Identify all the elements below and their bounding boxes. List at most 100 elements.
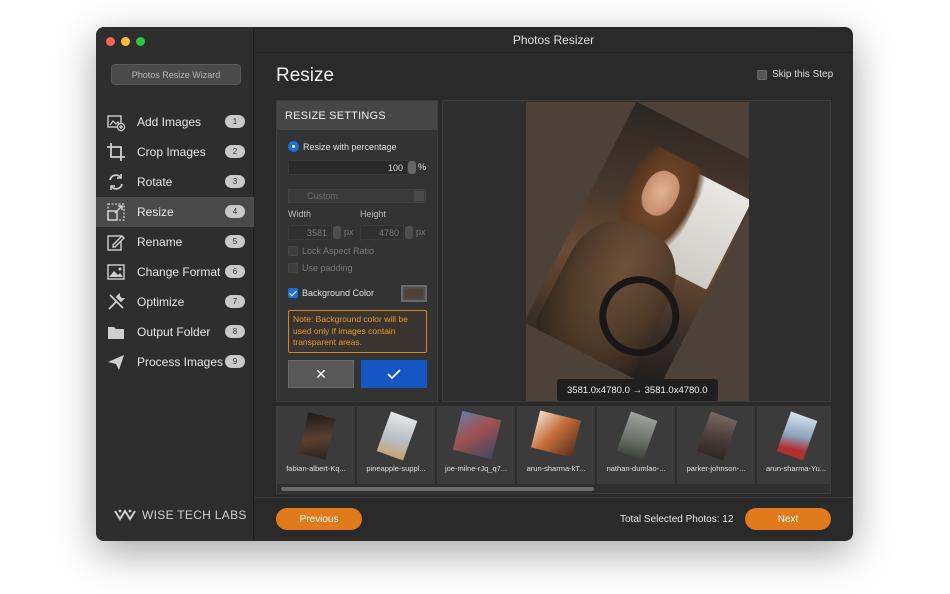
preview-photo [526,102,749,391]
sidebar-item-crop-images[interactable]: Crop Images 2 [96,137,254,167]
sidebar-item-label: Rename [137,235,183,249]
cancel-button[interactable]: ✕ [288,360,354,388]
thumbnail-strip: fabian-albert-Kq... pineapple-suppl... j… [276,406,831,494]
skip-step-checkbox[interactable] [757,69,767,80]
sidebar: Photos Resize Wizard Add Images 1 Crop I… [96,27,254,541]
step-badge: 5 [225,235,245,248]
sidebar-item-change-format[interactable]: Change Format 6 [96,257,254,287]
thumbnail-image [776,411,818,461]
background-color-note: Note: Background color will be used only… [288,310,427,353]
thumbnail-image [452,410,502,460]
step-badge: 7 [225,295,245,308]
previous-button[interactable]: Previous [276,508,362,530]
thumbnail-image [696,411,738,461]
rename-icon [107,235,125,251]
skip-step-label: Skip this Step [772,69,834,80]
thumbnail-item[interactable]: fabian-albert-Kq... [277,407,356,484]
thumbnail-item[interactable]: arun-sharma-kT... [517,407,596,484]
folder-icon [108,327,124,339]
step-badge: 4 [225,205,245,218]
percentage-radio[interactable] [288,141,299,152]
use-padding-checkbox[interactable] [288,263,298,273]
background-color-swatch[interactable] [401,285,427,302]
close-window-button[interactable] [106,37,115,46]
height-stepper[interactable] [405,226,413,239]
thumbnail-item[interactable]: arun-sharma-Yu... [757,407,830,484]
preview-canvas [526,102,749,401]
next-button[interactable]: Next [745,508,831,530]
checkmark-icon [387,369,401,380]
chevron-down-icon [414,191,424,201]
resize-settings-panel: RESIZE SETTINGS Resize with percentage 1… [276,100,438,402]
width-label: Width [288,209,312,219]
sidebar-item-add-images[interactable]: Add Images 1 [96,107,254,137]
height-input[interactable]: 4780 [360,225,404,240]
sidebar-item-label: Resize [137,205,174,219]
thumbnail-image [531,410,581,458]
dimension-readout: 3581.0x4780.0 → 3581.0x4780.0 [557,379,718,401]
sidebar-item-resize[interactable]: Resize 4 [96,197,254,227]
thumbnail-image [376,411,418,461]
sidebar-item-label: Change Format [137,265,221,279]
zoom-window-button[interactable] [136,37,145,46]
percent-sign: % [418,162,427,172]
step-badge: 2 [225,145,245,158]
step-badge: 9 [225,355,245,368]
send-icon [108,355,124,370]
skip-step-toggle[interactable]: Skip this Step [757,69,833,80]
lock-aspect-ratio-label: Lock Aspect Ratio [302,246,375,256]
sidebar-item-label: Crop Images [137,145,206,159]
thumbnail-name: arun-sharma-Yu... [765,464,827,473]
sidebar-item-label: Process Images [137,355,224,369]
background-color-label: Background Color [302,288,375,298]
lock-aspect-ratio-checkbox[interactable] [288,246,298,256]
brand-logo: WISE TECH LABS [114,507,247,523]
percentage-stepper[interactable] [408,161,416,174]
height-unit: px [416,227,426,237]
thumbnail-item[interactable]: nathan-dumlao-... [597,407,676,484]
page-title: Resize [276,65,335,86]
window-controls [106,37,145,46]
custom-preset-select[interactable]: Custom [288,189,426,203]
thumbnail-name: joe-milne-rJq_q7... [444,464,508,473]
resize-percentage-option[interactable]: Resize with percentage [288,141,397,152]
percentage-input[interactable]: 100 [288,160,408,175]
step-badge: 6 [225,265,245,278]
use-padding-option[interactable]: Use padding [288,263,353,273]
background-color-option[interactable]: Background Color [288,288,374,298]
background-color-checkbox[interactable] [288,288,298,298]
thumbnail-name: fabian-albert-Kq... [286,464,346,473]
sidebar-item-rotate[interactable]: Rotate 3 [96,167,254,197]
swatch-color [405,289,423,298]
sidebar-item-label: Rotate [137,175,173,189]
rotate-icon [109,174,123,190]
thumbnail-item[interactable]: parker-johnson-... [677,407,756,484]
brand-name: WISE TECH LABS [142,508,247,522]
width-input[interactable]: 3581 [288,225,332,240]
sidebar-item-label: Output Folder [137,325,211,339]
sidebar-item-optimize[interactable]: Optimize 7 [96,287,254,317]
thumbnail-item[interactable]: joe-milne-rJq_q7... [437,407,516,484]
width-stepper[interactable] [333,226,341,239]
width-value: 3581 [306,227,327,238]
thumbnail-item[interactable]: pineapple-suppl... [357,407,436,484]
use-padding-label: Use padding [302,263,353,273]
sidebar-item-label: Add Images [137,115,202,129]
footer-divider [254,497,853,498]
apply-button[interactable] [361,360,427,388]
step-badge: 1 [225,115,245,128]
sidebar-item-output-folder[interactable]: Output Folder 8 [96,317,254,347]
custom-select-value: Custom [307,191,339,201]
wizard-button[interactable]: Photos Resize Wizard [111,64,241,85]
sidebar-item-rename[interactable]: Rename 5 [96,227,254,257]
tools-icon [108,292,126,310]
image-preview: 3581.0x4780.0 → 3581.0x4780.0 [442,100,831,402]
add-images-icon [107,115,126,132]
sidebar-item-process-images[interactable]: Process Images 9 [96,347,254,377]
minimize-window-button[interactable] [121,37,130,46]
thumbnail-scrollbar[interactable] [281,487,594,491]
app-window: Photos Resize Wizard Add Images 1 Crop I… [96,27,853,541]
step-badge: 3 [225,175,245,188]
lock-aspect-ratio-option[interactable]: Lock Aspect Ratio [288,246,374,256]
thumbnail-image [616,411,658,461]
